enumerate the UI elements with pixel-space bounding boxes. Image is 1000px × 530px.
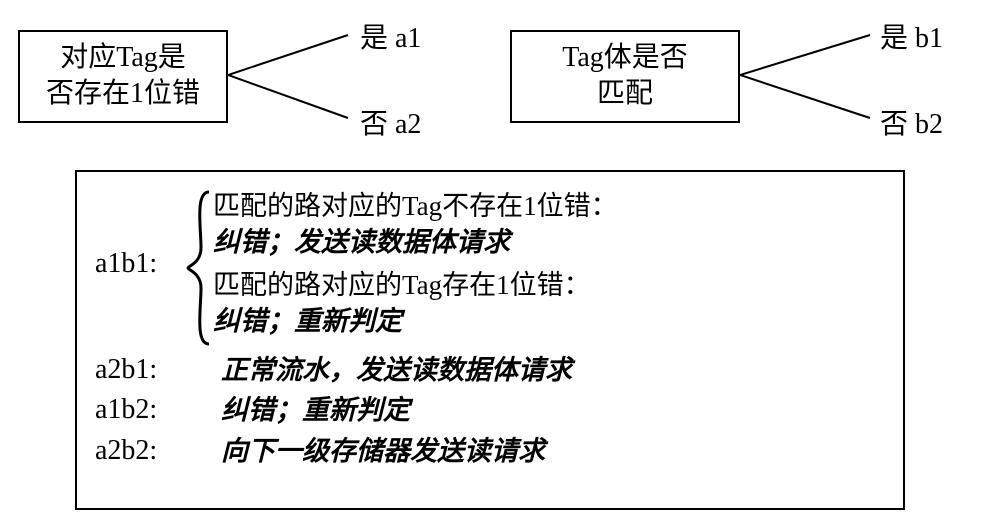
decision-line2: 匹配 — [522, 76, 728, 112]
branch-no-b2: 否 b2 — [880, 102, 943, 142]
subcase-action: 纠错；重新判定 — [213, 303, 885, 339]
outcome-label: a2b1: — [95, 352, 185, 386]
subcase-has-error: 匹配的路对应的Tag存在1位错： 纠错；重新判定 — [213, 267, 885, 340]
outcome-action: 向下一级存储器发送读请求 — [185, 433, 885, 469]
subcase-title: 匹配的路对应的Tag不存在1位错： — [213, 188, 885, 224]
outcome-a2b1: a2b1: 正常流水，发送读数据体请求 — [95, 352, 885, 388]
subcase-no-error: 匹配的路对应的Tag不存在1位错： 纠错；发送读数据体请求 — [213, 188, 885, 261]
outcome-label: a2b2: — [95, 433, 185, 467]
decision-row: 对应Tag是 否存在1位错 是 a1 否 a2 Tag体是否 匹配 是 b1 否… — [0, 10, 1000, 160]
outcome-label: a1b2: — [95, 392, 185, 426]
outcome-a2b2: a2b2: 向下一级存储器发送读请求 — [95, 433, 885, 469]
decision-line1: Tag体是否 — [522, 40, 728, 76]
outcome-body: 匹配的路对应的Tag不存在1位错： 纠错；发送读数据体请求 匹配的路对应的Tag… — [213, 188, 885, 346]
subcase-action: 纠错；发送读数据体请求 — [213, 224, 885, 260]
decision-box-tag-error: 对应Tag是 否存在1位错 — [18, 30, 228, 123]
outcome-a1b2: a1b2: 纠错；重新判定 — [95, 392, 885, 428]
outcome-a1b1: a1b1: 匹配的路对应的Tag不存在1位错： 纠错；发送读数据体请求 匹配的路… — [95, 188, 885, 348]
outcome-action: 正常流水，发送读数据体请求 — [185, 352, 885, 388]
outcome-table: a1b1: 匹配的路对应的Tag不存在1位错： 纠错；发送读数据体请求 匹配的路… — [75, 170, 905, 510]
outcome-label: a1b1: — [95, 188, 185, 280]
branch-yes-a1: 是 a1 — [360, 16, 421, 56]
outcome-action: 纠错；重新判定 — [185, 392, 885, 428]
branch-lines-right — [740, 30, 880, 130]
curly-brace-icon — [185, 188, 213, 348]
branch-no-a2: 否 a2 — [360, 102, 421, 142]
subcase-title: 匹配的路对应的Tag存在1位错： — [213, 267, 885, 303]
decision-line2: 否存在1位错 — [30, 76, 216, 112]
branch-lines-left — [228, 30, 358, 130]
decision-box-tag-match: Tag体是否 匹配 — [510, 30, 740, 123]
decision-line1: 对应Tag是 — [30, 40, 216, 76]
branch-yes-b1: 是 b1 — [880, 16, 943, 56]
